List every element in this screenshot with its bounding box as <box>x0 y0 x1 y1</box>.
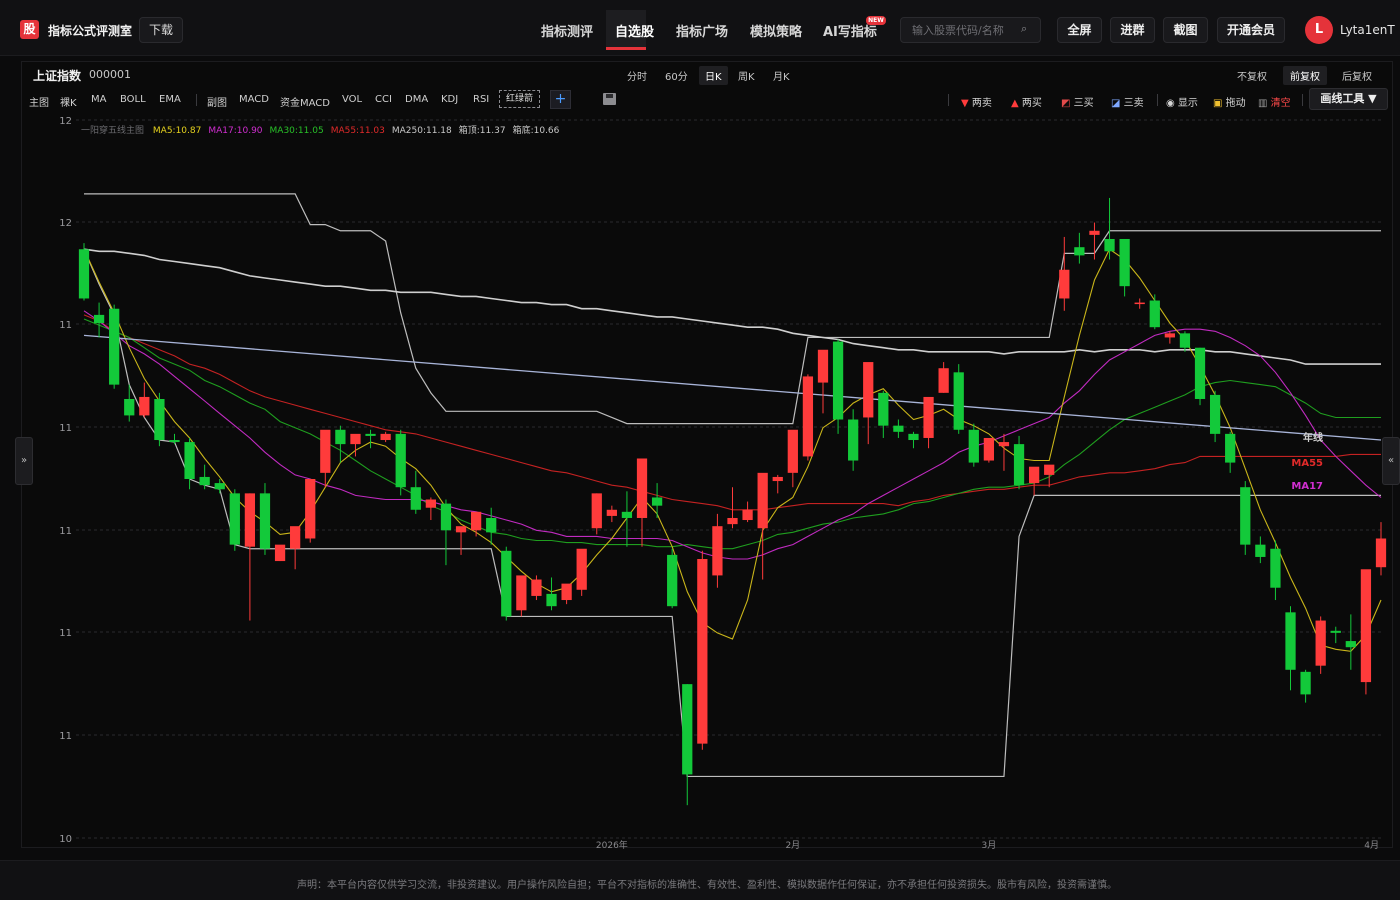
ind-rsi[interactable]: RSI <box>473 94 489 105</box>
username[interactable]: Lyta1enT <box>1340 23 1395 37</box>
tool-two-buy[interactable]: ▲ 两买 <box>1011 94 1042 109</box>
legend-title: 一阳穿五线主图 <box>81 126 145 136</box>
ind-vol[interactable]: VOL <box>342 94 362 105</box>
ind-ema[interactable]: EMA <box>159 94 181 105</box>
nav-indicator-square[interactable]: 指标广场 <box>676 21 728 40</box>
tool-three-sell[interactable]: ◪ 三卖 <box>1111 94 1144 109</box>
legend-item: 箱顶:11.37 <box>458 126 506 136</box>
ind-boll[interactable]: BOLL <box>120 94 146 105</box>
add-indicator-button[interactable]: + <box>550 90 571 109</box>
toolbar-divider <box>1157 94 1158 106</box>
indicator-legend: 一阳穿五线主图 MA5:10.87 MA17:10.90 MA30:11.05 MA5… <box>81 123 566 136</box>
legend-item: MA30:11.05 <box>269 126 324 136</box>
adjust-forward[interactable]: 前复权 <box>1283 66 1327 85</box>
adjust-backward[interactable]: 后复权 <box>1342 68 1372 83</box>
trend-down-icon: ◪ <box>1111 98 1121 109</box>
ind-naked-k[interactable]: 裸K <box>60 94 77 109</box>
stock-search-input[interactable] <box>900 17 1041 43</box>
save-icon[interactable] <box>603 93 616 105</box>
legend-item: MA5:10.87 <box>152 126 202 136</box>
ind-cci[interactable]: CCI <box>375 94 392 105</box>
right-expand-tab[interactable]: « <box>1382 437 1400 485</box>
ind-macd[interactable]: MACD <box>239 94 269 105</box>
nav-active-underline <box>606 47 646 50</box>
toolbar-divider <box>196 94 197 106</box>
tool-label: 显示 <box>1177 98 1198 109</box>
disclaimer: 声明：本平台内容仅供学习交流，非投资建议。用户操作风险自担；平台不对指标的准确性… <box>297 880 1117 891</box>
new-badge: NEW <box>866 16 886 25</box>
trash-icon: ▥ <box>1258 98 1268 109</box>
up-triangle-icon: ▲ <box>1011 98 1019 109</box>
search-icon[interactable]: ⌕ <box>1021 22 1027 36</box>
period-monthly[interactable]: 月K <box>773 68 790 83</box>
ind-sub-chart[interactable]: 副图 <box>207 94 227 109</box>
period-intraday[interactable]: 分时 <box>627 68 647 83</box>
ind-ma[interactable]: MA <box>91 94 106 105</box>
nav-indicator-review[interactable]: 指标测评 <box>541 21 593 40</box>
period-weekly[interactable]: 周K <box>738 68 755 83</box>
legend-item: MA17:10.90 <box>208 126 263 136</box>
ind-dma[interactable]: DMA <box>405 94 428 105</box>
down-triangle-icon: ▼ <box>961 98 969 109</box>
tool-three-buy[interactable]: ◩ 三买 <box>1061 94 1094 109</box>
tool-drag[interactable]: ▣ 拖动 <box>1213 94 1246 109</box>
tool-clear[interactable]: ▥ 清空 <box>1258 94 1291 109</box>
fullscreen-button[interactable]: 全屏 <box>1057 17 1102 43</box>
left-expand-tab[interactable]: » <box>15 437 33 485</box>
chart-panel <box>21 61 1393 848</box>
tool-label: 两卖 <box>971 98 992 109</box>
legend-item: MA250:11.18 <box>391 126 452 136</box>
tool-label: 三卖 <box>1123 98 1144 109</box>
legend-item: 箱底:10.66 <box>512 126 560 136</box>
ind-fund-macd[interactable]: 资金MACD <box>280 94 330 109</box>
adjust-none[interactable]: 不复权 <box>1237 68 1267 83</box>
download-button[interactable]: 下载 <box>139 17 183 43</box>
trend-up-icon: ◩ <box>1061 98 1071 109</box>
draw-tools-dropdown[interactable]: 画线工具 ▼ <box>1309 88 1388 110</box>
stock-name: 上证指数 <box>33 69 82 83</box>
tool-two-sell[interactable]: ▼ 两卖 <box>961 94 992 109</box>
tool-label: 拖动 <box>1225 98 1246 109</box>
legend-item: MA55:11.03 <box>330 126 385 136</box>
screenshot-button[interactable]: 截图 <box>1163 17 1208 43</box>
toolbar-divider <box>1302 94 1303 106</box>
app-logo: 股 <box>20 20 39 39</box>
nav-sim-strategy[interactable]: 模拟策略 <box>750 21 802 40</box>
nav-watchlist[interactable]: 自选股 <box>615 21 654 40</box>
vip-button[interactable]: 开通会员 <box>1217 17 1285 43</box>
app-brand: 指标公式评测室 <box>48 24 133 38</box>
avatar[interactable]: L <box>1305 16 1333 44</box>
toolbar-divider <box>948 94 949 106</box>
period-daily[interactable]: 日K <box>699 66 728 85</box>
join-group-button[interactable]: 进群 <box>1110 17 1155 43</box>
tool-label: 三买 <box>1073 98 1094 109</box>
stock-code: 000001 <box>89 68 131 81</box>
red-green-arrow-toggle[interactable]: 红绿箭 <box>499 90 540 108</box>
ind-kdj[interactable]: KDJ <box>441 94 458 105</box>
lock-icon: ▣ <box>1213 98 1223 109</box>
tool-label: 清空 <box>1270 98 1291 109</box>
period-60min[interactable]: 60分 <box>665 68 688 83</box>
eye-icon: ◉ <box>1166 98 1175 109</box>
tool-show[interactable]: ◉ 显示 <box>1166 94 1198 109</box>
ind-main-chart[interactable]: 主图 <box>29 94 49 109</box>
tool-label: 两买 <box>1021 98 1042 109</box>
